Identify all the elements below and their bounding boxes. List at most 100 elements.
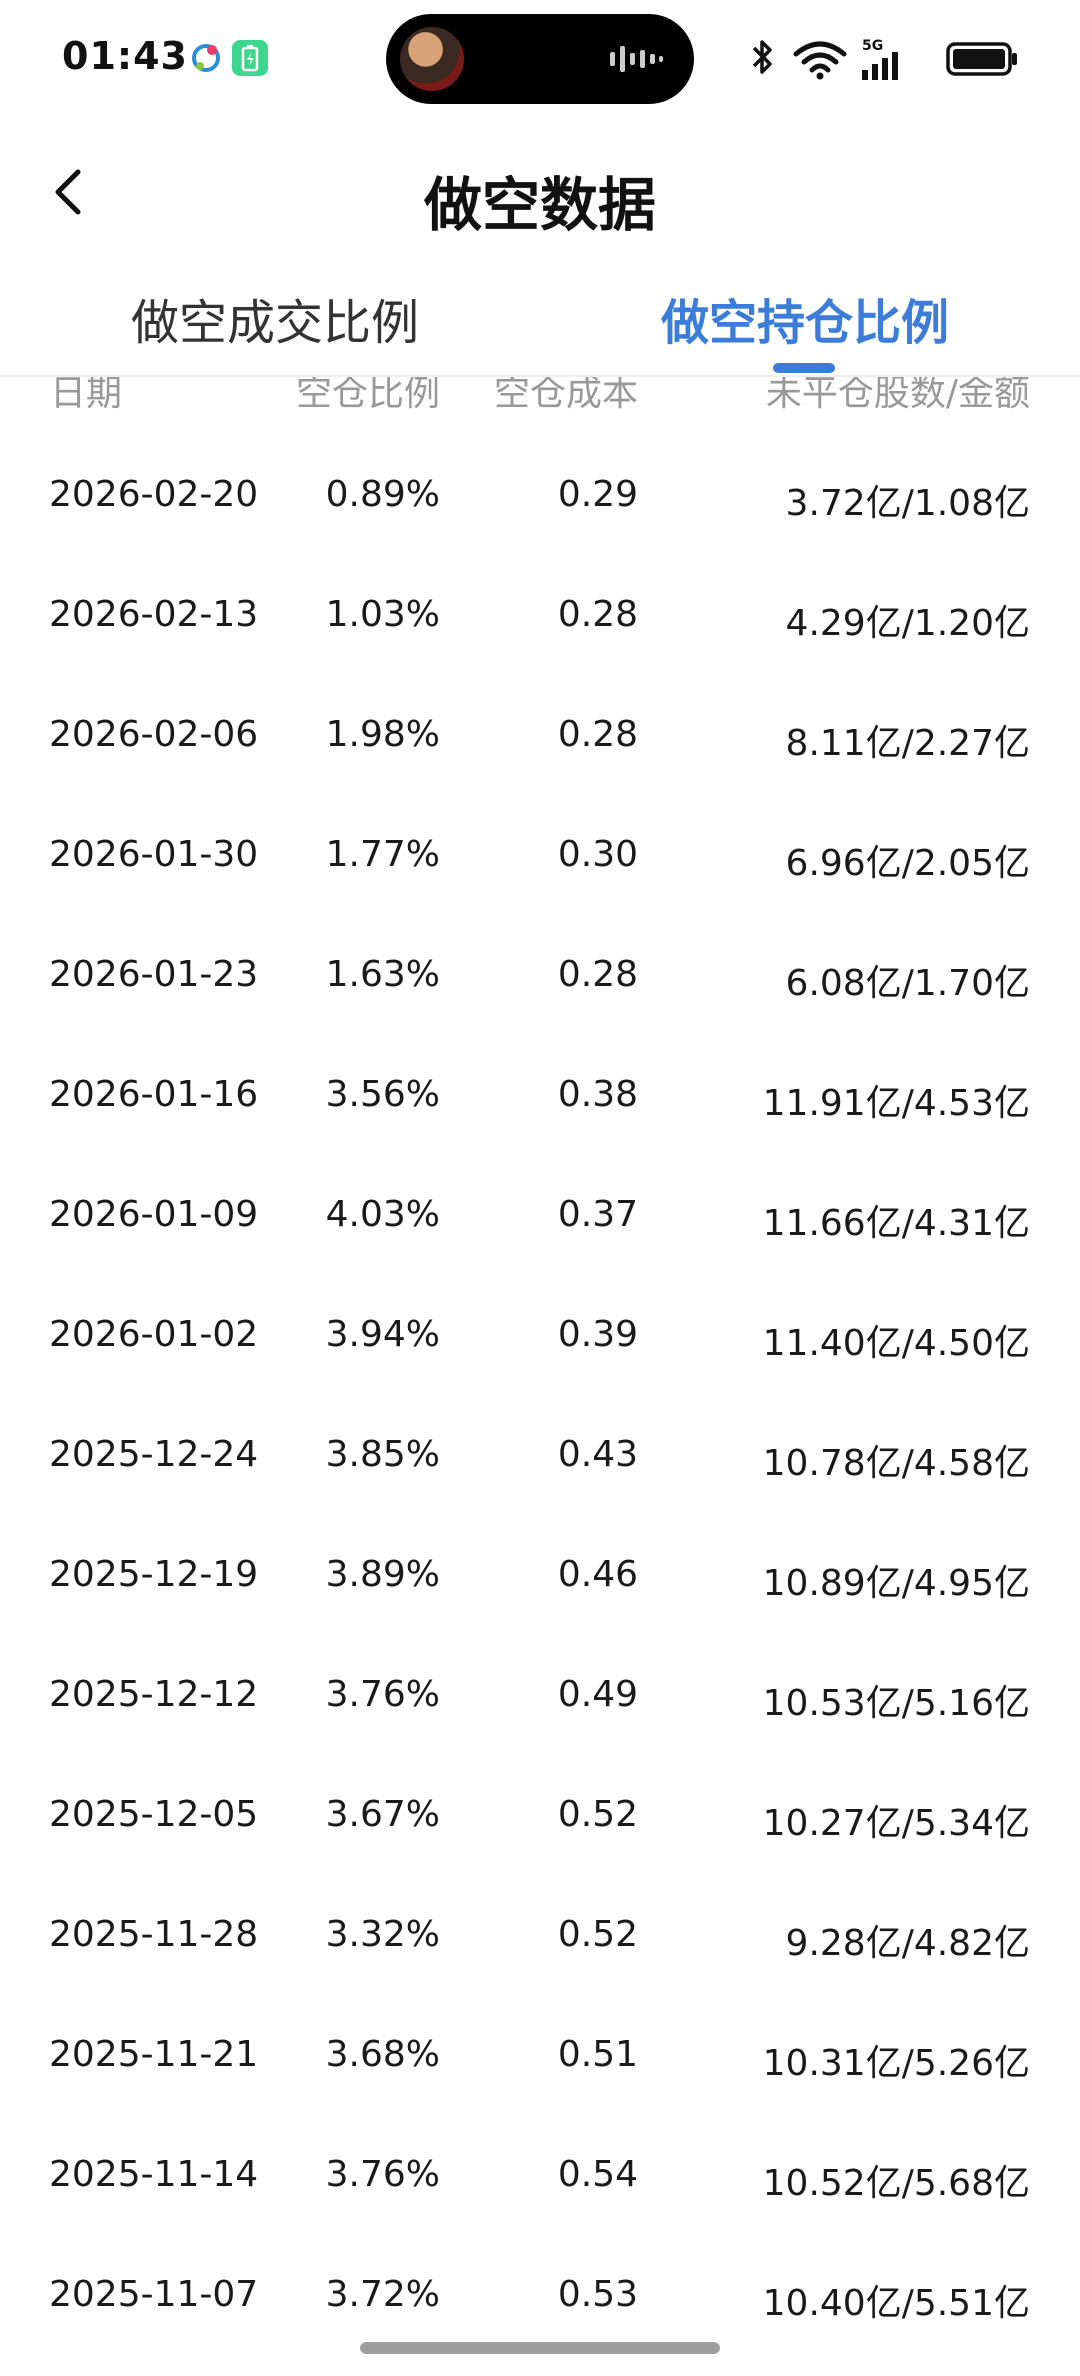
cell-short-ratio: 3.68% bbox=[325, 2034, 440, 2075]
dynamic-island[interactable] bbox=[386, 14, 694, 104]
cell-open-amount: 3.72亿/1.08亿 bbox=[785, 483, 1030, 524]
table-row[interactable]: 2026-01-09 4.03% 0.37 11.66亿/4.31亿 bbox=[0, 1164, 1080, 1284]
table-row[interactable]: 2026-01-30 1.77% 0.30 6.96亿/2.05亿 bbox=[0, 804, 1080, 924]
cell-short-cost: 0.38 bbox=[557, 1074, 638, 1115]
cell-date: 2026-01-02 bbox=[49, 1314, 259, 1355]
tab-short-position-ratio[interactable]: 做空持仓比例 bbox=[545, 283, 1065, 353]
cell-short-cost: 0.49 bbox=[557, 1674, 638, 1715]
battery-saver-icon bbox=[232, 40, 268, 76]
table-row[interactable]: 2025-12-24 3.85% 0.43 10.78亿/4.58亿 bbox=[0, 1404, 1080, 1524]
cell-short-cost: 0.43 bbox=[557, 1434, 638, 1475]
cell-short-cost: 0.52 bbox=[557, 1794, 638, 1835]
network-type-label: 5G bbox=[862, 38, 883, 54]
page-header: 做空数据 bbox=[0, 120, 1080, 260]
cell-open-amount: 10.27亿/5.34亿 bbox=[762, 1803, 1030, 1844]
battery-icon bbox=[946, 42, 1017, 76]
cell-short-cost: 0.52 bbox=[557, 1914, 638, 1955]
cell-open-amount: 6.08亿/1.70亿 bbox=[785, 963, 1030, 1004]
cell-short-ratio: 0.89% bbox=[325, 474, 440, 515]
cell-date: 2025-12-24 bbox=[49, 1434, 259, 1475]
cell-short-cost: 0.28 bbox=[557, 954, 638, 995]
bluetooth-icon bbox=[752, 40, 772, 74]
table-row[interactable]: 2026-02-13 1.03% 0.28 4.29亿/1.20亿 bbox=[0, 564, 1080, 684]
cell-short-ratio: 3.94% bbox=[325, 1314, 440, 1355]
cell-short-cost: 0.51 bbox=[557, 2034, 638, 2075]
cell-date: 2025-12-05 bbox=[49, 1794, 259, 1835]
cell-short-ratio: 4.03% bbox=[325, 1194, 440, 1235]
status-bar: 01:43 5G bbox=[0, 0, 1080, 120]
cell-short-ratio: 3.56% bbox=[325, 1074, 440, 1115]
cell-date: 2025-12-19 bbox=[49, 1554, 259, 1595]
status-icons: 5G bbox=[752, 38, 1017, 80]
signal-icon bbox=[862, 52, 898, 80]
tab-bar: 做空成交比例 做空持仓比例 bbox=[0, 265, 1080, 377]
cell-short-ratio: 3.72% bbox=[325, 2274, 440, 2315]
table-row[interactable]: 2026-02-06 1.98% 0.28 8.11亿/2.27亿 bbox=[0, 684, 1080, 804]
active-tab-indicator bbox=[773, 363, 835, 373]
cell-short-ratio: 3.67% bbox=[325, 1794, 440, 1835]
cell-short-ratio: 1.63% bbox=[325, 954, 440, 995]
cell-short-ratio: 3.89% bbox=[325, 1554, 440, 1595]
cell-short-cost: 0.46 bbox=[557, 1554, 638, 1595]
cell-date: 2025-11-28 bbox=[49, 1914, 259, 1955]
cell-open-amount: 10.40亿/5.51亿 bbox=[762, 2283, 1030, 2324]
cell-short-cost: 0.29 bbox=[557, 474, 638, 515]
cell-short-cost: 0.54 bbox=[557, 2154, 638, 2195]
cell-open-amount: 10.78亿/4.58亿 bbox=[762, 1443, 1030, 1484]
cell-date: 2025-12-12 bbox=[49, 1674, 259, 1715]
cell-date: 2025-11-14 bbox=[49, 2154, 259, 2195]
cell-short-ratio: 1.03% bbox=[325, 594, 440, 635]
wifi-icon bbox=[793, 41, 847, 80]
page-title: 做空数据 bbox=[423, 171, 656, 239]
table-row[interactable]: 2025-11-28 3.32% 0.52 9.28亿/4.82亿 bbox=[0, 1884, 1080, 2004]
live-avatar bbox=[400, 27, 464, 91]
mobile-carrier-icon bbox=[192, 44, 220, 72]
cell-open-amount: 8.11亿/2.27亿 bbox=[785, 723, 1030, 764]
cell-open-amount: 10.89亿/4.95亿 bbox=[762, 1563, 1030, 1604]
table-row[interactable]: 2026-01-23 1.63% 0.28 6.08亿/1.70亿 bbox=[0, 924, 1080, 1044]
cell-date: 2026-02-06 bbox=[49, 714, 259, 755]
cell-short-ratio: 1.98% bbox=[325, 714, 440, 755]
table-row[interactable]: 2025-11-21 3.68% 0.51 10.31亿/5.26亿 bbox=[0, 2004, 1080, 2124]
cell-short-cost: 0.28 bbox=[557, 714, 638, 755]
cell-date: 2026-02-20 bbox=[49, 474, 259, 515]
cell-date: 2026-01-30 bbox=[49, 834, 259, 875]
audio-wave-icon bbox=[610, 46, 663, 72]
table-row[interactable]: 2026-01-02 3.94% 0.39 11.40亿/4.50亿 bbox=[0, 1284, 1080, 1404]
cell-open-amount: 4.29亿/1.20亿 bbox=[785, 603, 1030, 644]
cell-date: 2025-11-07 bbox=[49, 2274, 259, 2315]
cell-open-amount: 11.91亿/4.53亿 bbox=[762, 1083, 1030, 1124]
cell-short-cost: 0.39 bbox=[557, 1314, 638, 1355]
cell-date: 2026-02-13 bbox=[49, 594, 259, 635]
cell-short-ratio: 3.76% bbox=[325, 2154, 440, 2195]
cell-open-amount: 10.31亿/5.26亿 bbox=[762, 2043, 1030, 2084]
cell-date: 2026-01-09 bbox=[49, 1194, 259, 1235]
cell-open-amount: 10.53亿/5.16亿 bbox=[762, 1683, 1030, 1724]
table-row[interactable]: 2026-01-16 3.56% 0.38 11.91亿/4.53亿 bbox=[0, 1044, 1080, 1164]
cell-short-ratio: 3.32% bbox=[325, 1914, 440, 1955]
cell-short-cost: 0.30 bbox=[557, 834, 638, 875]
table-row[interactable]: 2025-11-14 3.76% 0.54 10.52亿/5.68亿 bbox=[0, 2124, 1080, 2244]
table-row[interactable]: 2025-12-12 3.76% 0.49 10.53亿/5.16亿 bbox=[0, 1644, 1080, 1764]
home-indicator[interactable] bbox=[360, 2342, 720, 2354]
cell-open-amount: 9.28亿/4.82亿 bbox=[785, 1923, 1030, 1964]
cell-open-amount: 11.40亿/4.50亿 bbox=[762, 1323, 1030, 1364]
cell-open-amount: 10.52亿/5.68亿 bbox=[762, 2163, 1030, 2204]
table-row[interactable]: 2025-12-05 3.67% 0.52 10.27亿/5.34亿 bbox=[0, 1764, 1080, 1884]
table-row[interactable]: 2025-12-19 3.89% 0.46 10.89亿/4.95亿 bbox=[0, 1524, 1080, 1644]
cell-short-ratio: 1.77% bbox=[325, 834, 440, 875]
tab-short-volume-ratio[interactable]: 做空成交比例 bbox=[15, 283, 535, 353]
data-table: 2026-02-20 0.89% 0.29 3.72亿/1.08亿 2026-0… bbox=[0, 444, 1080, 2364]
cell-open-amount: 6.96亿/2.05亿 bbox=[785, 843, 1030, 884]
cell-open-amount: 11.66亿/4.31亿 bbox=[762, 1203, 1030, 1244]
cell-date: 2026-01-16 bbox=[49, 1074, 259, 1115]
cell-short-cost: 0.28 bbox=[557, 594, 638, 635]
cell-date: 2026-01-23 bbox=[49, 954, 259, 995]
table-row[interactable]: 2026-02-20 0.89% 0.29 3.72亿/1.08亿 bbox=[0, 444, 1080, 564]
cell-date: 2025-11-21 bbox=[49, 2034, 259, 2075]
cell-short-cost: 0.53 bbox=[557, 2274, 638, 2315]
cell-short-cost: 0.37 bbox=[557, 1194, 638, 1235]
status-time: 01:43 bbox=[62, 34, 188, 78]
cell-short-ratio: 3.76% bbox=[325, 1674, 440, 1715]
cell-short-ratio: 3.85% bbox=[325, 1434, 440, 1475]
